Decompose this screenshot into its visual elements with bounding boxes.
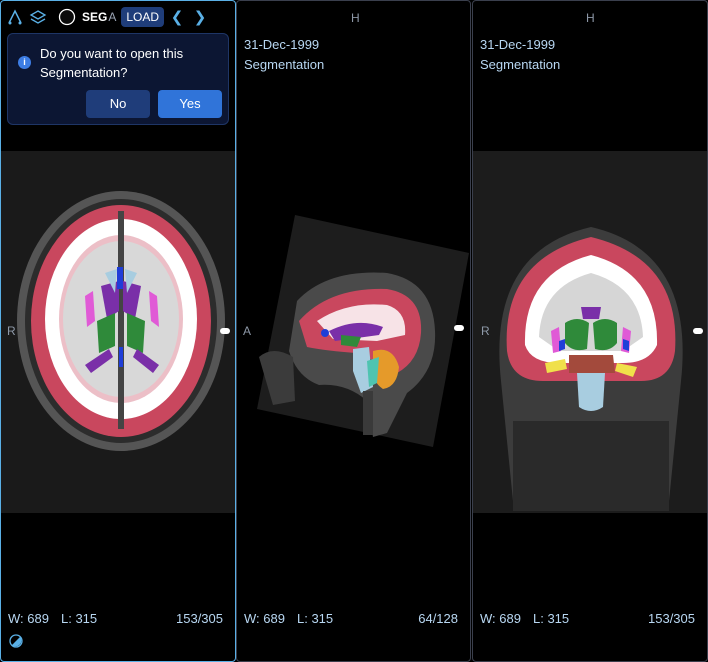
orientation-marker-top: H bbox=[351, 11, 360, 25]
window-level: L: 315 bbox=[533, 611, 570, 626]
orientation-marker-left: R bbox=[7, 324, 16, 338]
slice-scroll-handle[interactable] bbox=[220, 328, 230, 334]
orientation-marker-top: H bbox=[586, 11, 595, 25]
dialog-message: Do you want to open this Segmentation? bbox=[40, 46, 184, 80]
window-width: W: 689 bbox=[480, 611, 521, 626]
segmentation-label-suffix: A bbox=[108, 10, 117, 24]
slice-index: 153/305 bbox=[176, 611, 223, 626]
load-button[interactable]: LOAD bbox=[121, 7, 165, 27]
series-description: Segmentation bbox=[244, 57, 325, 72]
orientation-marker-left: A bbox=[243, 324, 252, 338]
slice-index: 153/305 bbox=[648, 611, 695, 626]
viewport-sagittal[interactable]: H A 31-Dec-1999 Segmentation W: 689 L: 3… bbox=[236, 0, 471, 662]
segment-circle-icon[interactable] bbox=[57, 7, 77, 27]
slice-scroll-handle[interactable] bbox=[454, 325, 464, 331]
segmentation-tool-icon[interactable] bbox=[5, 7, 25, 27]
viewport-coronal[interactable]: H R 31-Dec-1999 Segmentation W: 689 L: 3… bbox=[472, 0, 708, 662]
coronal-mri-image bbox=[473, 151, 707, 513]
series-description: Segmentation bbox=[480, 57, 561, 72]
load-segmentation-dialog: i Do you want to open this Segmentation?… bbox=[7, 33, 229, 125]
chevron-left-icon[interactable]: ❮ bbox=[167, 8, 187, 26]
sagittal-mri-image bbox=[257, 215, 469, 447]
layers-icon[interactable] bbox=[28, 7, 48, 27]
chevron-right-icon[interactable]: ❯ bbox=[190, 8, 210, 26]
window-level: L: 315 bbox=[297, 611, 334, 626]
no-button[interactable]: No bbox=[86, 90, 150, 118]
slice-index: 64/128 bbox=[418, 611, 458, 626]
window-width: W: 689 bbox=[244, 611, 285, 626]
slice-scroll-handle[interactable] bbox=[693, 328, 703, 334]
segmentation-label: SEG bbox=[82, 10, 108, 24]
window-width: W: 689 bbox=[8, 611, 49, 626]
segmentation-toolbar: SEG A LOAD ❮ ❯ bbox=[5, 5, 210, 29]
info-icon: i bbox=[18, 56, 31, 69]
yes-button[interactable]: Yes bbox=[158, 90, 222, 118]
study-date: 31-Dec-1999 bbox=[480, 37, 556, 52]
viewport-axial[interactable]: SEG A LOAD ❮ ❯ i Do you want to open thi… bbox=[0, 0, 236, 662]
window-level: L: 315 bbox=[61, 611, 98, 626]
orientation-marker-left: R bbox=[481, 324, 490, 338]
contrast-icon[interactable] bbox=[9, 634, 23, 653]
study-date: 31-Dec-1999 bbox=[244, 37, 320, 52]
